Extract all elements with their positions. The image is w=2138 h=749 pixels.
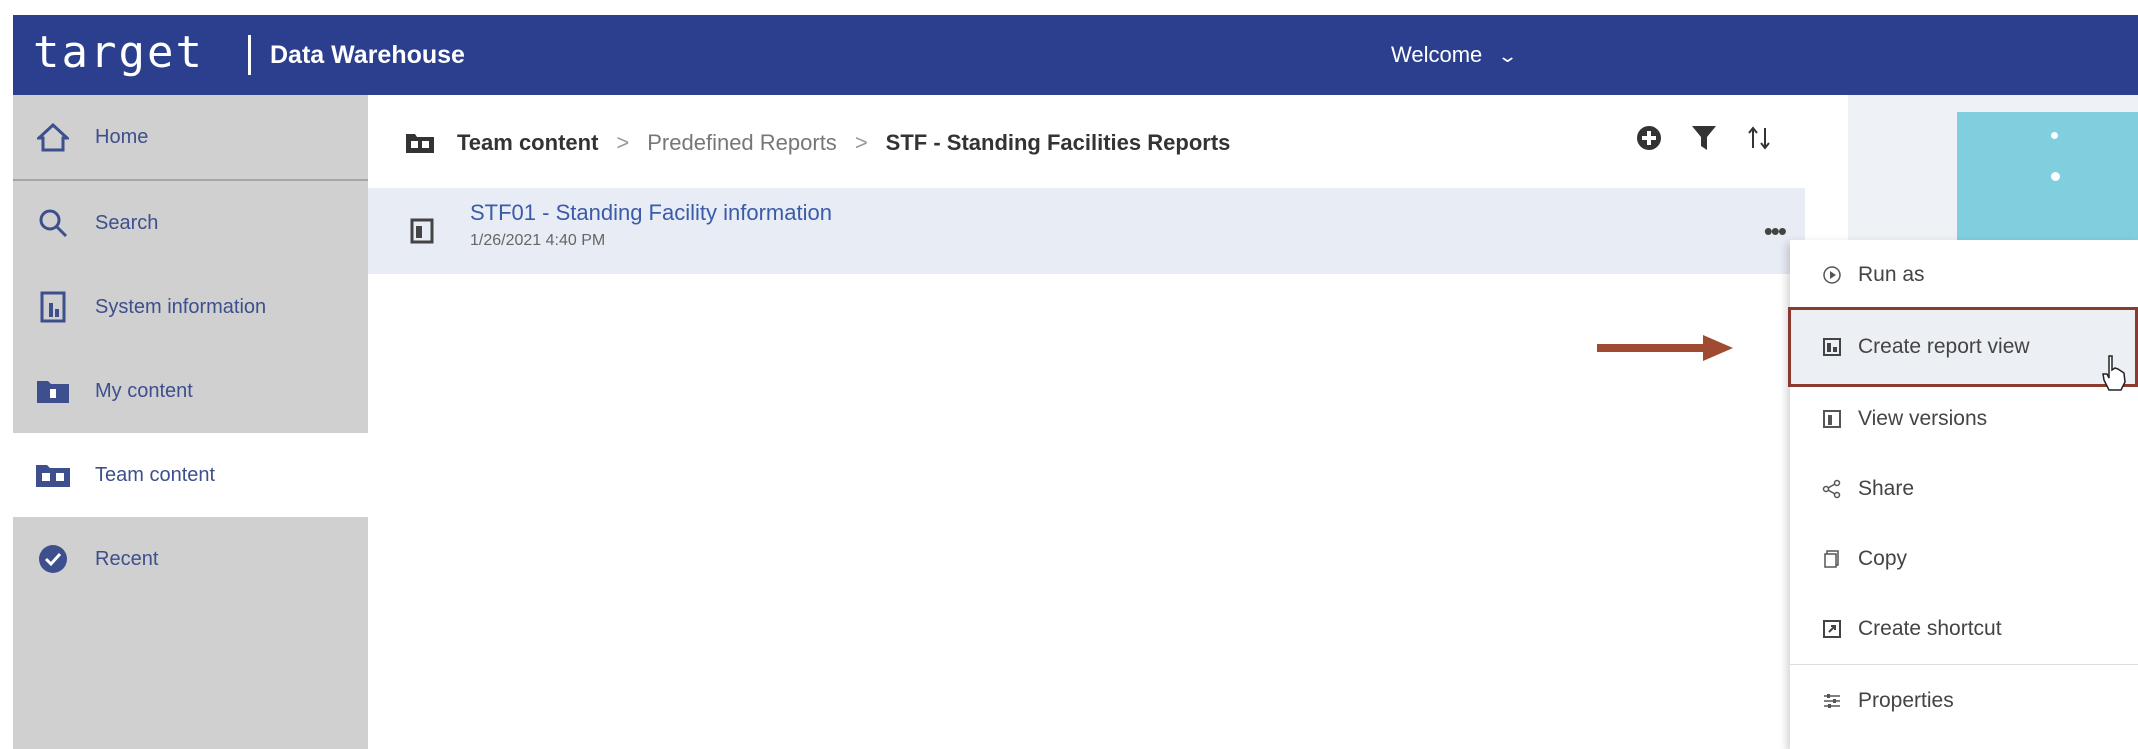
sidebar-item-label: My content <box>95 379 193 402</box>
chevron-right-icon: > <box>616 130 630 155</box>
menu-item-copy[interactable]: Copy <box>1790 524 2138 594</box>
divider <box>1790 664 2138 665</box>
sidebar-item-recent[interactable]: Recent <box>13 517 368 601</box>
decorative-dot <box>2051 172 2060 181</box>
menu-item-properties[interactable]: Properties <box>1790 666 2138 736</box>
hand-cursor-icon <box>2102 355 2126 391</box>
team-folder-icon <box>406 134 434 153</box>
highlight-box <box>1788 307 2138 387</box>
menu-item-label: Create shortcut <box>1858 617 2002 640</box>
chevron-right-icon: > <box>854 130 868 155</box>
sidebar-item-label: Team content <box>95 463 216 486</box>
sidebar: Home Search System information My conten… <box>13 95 368 749</box>
my-folder-icon <box>33 371 73 411</box>
welcome-label: Welcome <box>1391 42 1483 67</box>
menu-item-run-as[interactable]: Run as <box>1790 240 2138 310</box>
sort-icon[interactable] <box>1745 124 1773 152</box>
search-icon <box>33 203 73 243</box>
sidebar-item-system-information[interactable]: System information <box>13 265 368 349</box>
report-icon <box>410 218 434 244</box>
breadcrumb-item-current: STF - Standing Facilities Reports <box>885 130 1231 155</box>
more-actions-icon[interactable]: ••• <box>1764 216 1787 247</box>
menu-item-label: Copy <box>1858 547 1908 570</box>
sidebar-item-label: Search <box>95 211 159 234</box>
list-item[interactable]: STF01 - Standing Facility information 1/… <box>368 188 1805 274</box>
sidebar-item-label: System information <box>95 295 267 318</box>
breadcrumb-item-predefined-reports[interactable]: Predefined Reports <box>647 130 837 156</box>
top-bar: target Data Warehouse Welcome ⌄ <box>13 15 2138 95</box>
report-title-link[interactable]: STF01 - Standing Facility information <box>470 200 832 226</box>
breadcrumb-item-team-content[interactable]: Team content <box>457 130 598 156</box>
copy-icon <box>1820 547 1844 571</box>
add-icon[interactable] <box>1635 124 1663 152</box>
menu-item-share[interactable]: Share <box>1790 454 2138 524</box>
recent-icon <box>33 539 73 579</box>
sidebar-item-label: Home <box>95 125 149 148</box>
logo: target <box>33 27 204 78</box>
system-info-icon <box>33 287 73 327</box>
sidebar-item-my-content[interactable]: My content <box>13 349 368 433</box>
welcome-menu[interactable]: Welcome ⌄ <box>1391 39 1519 72</box>
menu-item-create-shortcut[interactable]: Create shortcut <box>1790 594 2138 664</box>
share-icon <box>1820 477 1844 501</box>
breadcrumb: Team content > Predefined Reports > STF … <box>405 118 1230 168</box>
app-title: Data Warehouse <box>270 41 465 69</box>
team-folder-icon <box>33 455 73 495</box>
logo-divider <box>248 35 251 75</box>
shortcut-icon <box>1820 617 1844 641</box>
sidebar-item-team-content[interactable]: Team content <box>13 433 368 517</box>
sidebar-item-search[interactable]: Search <box>13 181 368 265</box>
sidebar-item-label: Recent <box>95 547 159 570</box>
decorative-dot <box>2051 132 2058 139</box>
run-icon <box>1820 263 1844 287</box>
filter-icon[interactable] <box>1691 124 1717 152</box>
report-date: 1/26/2021 4:40 PM <box>470 232 606 249</box>
menu-item-label: Properties <box>1858 689 1954 712</box>
menu-item-label: Run as <box>1858 263 1925 286</box>
toolbar <box>1635 124 1773 152</box>
home-icon <box>33 117 73 157</box>
menu-item-view-versions[interactable]: View versions <box>1790 384 2138 454</box>
menu-item-label: Share <box>1858 477 1915 500</box>
versions-icon <box>1820 407 1844 431</box>
properties-icon <box>1820 689 1844 713</box>
annotation-arrow-icon <box>1597 335 1733 361</box>
menu-item-label: View versions <box>1858 407 1988 430</box>
chevron-down-icon: ⌄ <box>1497 46 1519 66</box>
sidebar-item-home[interactable]: Home <box>13 95 368 179</box>
